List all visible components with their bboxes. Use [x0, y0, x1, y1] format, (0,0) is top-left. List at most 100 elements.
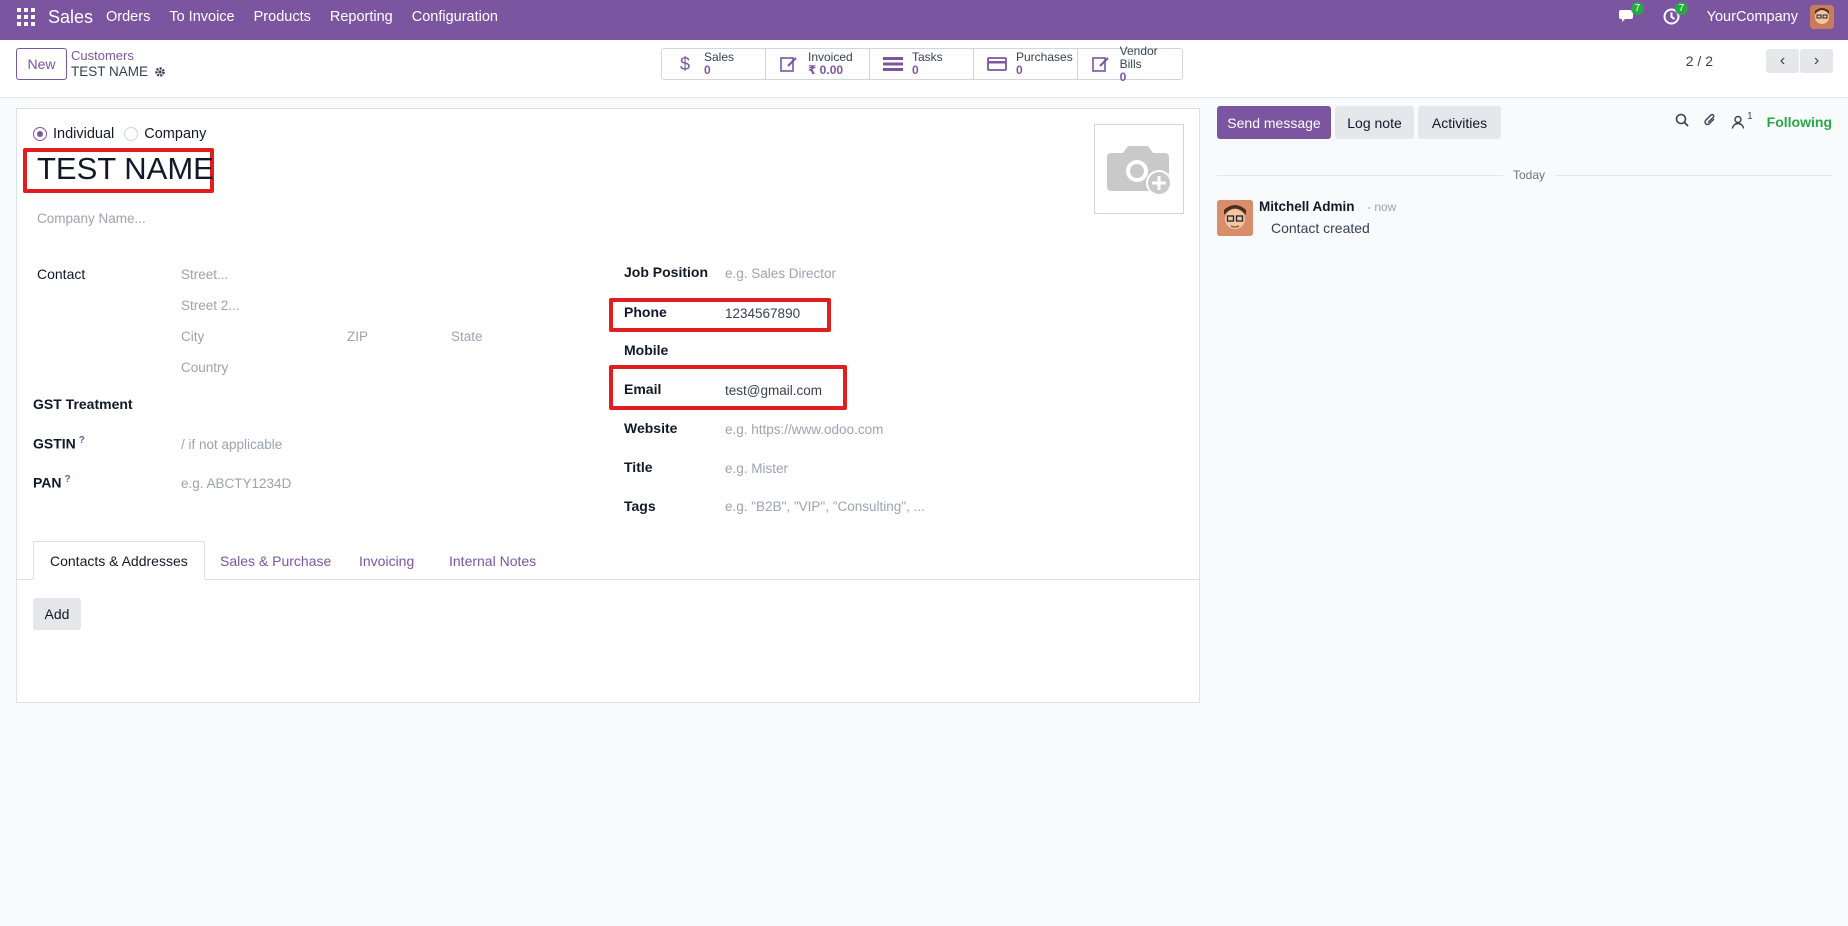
tab-contacts-addresses[interactable]: Contacts & Addresses [33, 541, 205, 580]
pager-previous-button[interactable]: ‹ [1766, 49, 1799, 73]
app-name[interactable]: Sales [48, 7, 93, 28]
control-panel: New Customers TEST NAME $ Sales 0 Invoice… [0, 40, 1848, 98]
paperclip-icon[interactable] [1703, 112, 1717, 131]
activities-clock-icon[interactable]: 7 [1663, 2, 1689, 26]
messages-badge: 7 [1630, 2, 1645, 15]
individual-radio[interactable] [33, 127, 47, 141]
tab-invoicing[interactable]: Invoicing [359, 541, 414, 580]
phone-input[interactable]: 1234567890 [725, 306, 800, 321]
company-type-radio: Individual Company [33, 126, 216, 142]
email-input[interactable]: test@gmail.com [725, 383, 822, 398]
tasks-icon [882, 54, 904, 74]
vendor-bills-smart-button[interactable]: Vendor Bills 0 [1078, 44, 1182, 83]
street2-input[interactable]: Street 2... [181, 298, 240, 313]
send-message-button[interactable]: Send message [1217, 106, 1331, 139]
email-label: Email [624, 381, 662, 397]
sales-value: 0 [704, 63, 711, 77]
menu-products[interactable]: Products [254, 9, 311, 25]
company-radio[interactable] [124, 127, 139, 141]
phone-label: Phone [624, 304, 667, 320]
tasks-smart-button[interactable]: Tasks 0 [870, 49, 974, 79]
message-author[interactable]: Mitchell Admin [1259, 199, 1355, 214]
top-navbar: Sales Orders To Invoice Products Reporti… [0, 0, 1848, 40]
gstin-label: GSTIN? [33, 435, 85, 452]
edit-icon [1090, 54, 1112, 74]
pan-label: PAN? [33, 474, 71, 491]
credit-card-icon [986, 54, 1008, 74]
following-button[interactable]: Following [1767, 114, 1832, 130]
menu-to-invoice[interactable]: To Invoice [169, 9, 234, 25]
pager-value[interactable]: 2 / 2 [1686, 53, 1713, 69]
company-switcher[interactable]: YourCompany [1707, 9, 1798, 25]
invoiced-smart-button[interactable]: Invoiced ₹ 0.00 [766, 49, 870, 79]
menu-orders[interactable]: Orders [106, 9, 150, 25]
date-separator: Today [1503, 168, 1556, 182]
chatter-tools: 1 Following [1675, 111, 1832, 131]
activities-badge: 7 [1674, 2, 1689, 15]
individual-radio-label[interactable]: Individual [53, 126, 114, 142]
pager-next-button[interactable]: › [1800, 49, 1833, 73]
camera-add-icon [1107, 146, 1172, 196]
website-input[interactable]: e.g. https://www.odoo.com [725, 422, 883, 437]
main-menu: Orders To Invoice Products Reporting Con… [106, 0, 517, 34]
search-icon[interactable] [1675, 113, 1689, 130]
mobile-label: Mobile [624, 342, 669, 358]
followers-button[interactable]: 1 [1731, 111, 1753, 129]
company-name-input[interactable]: Company Name... [37, 211, 146, 226]
edit-icon [778, 54, 800, 74]
log-note-button[interactable]: Log note [1335, 106, 1414, 139]
pan-help-icon[interactable]: ? [65, 474, 71, 485]
job-position-label: Job Position [624, 264, 708, 280]
menu-configuration[interactable]: Configuration [412, 9, 498, 25]
gear-icon[interactable] [154, 66, 166, 78]
name-field[interactable]: TEST NAME [37, 151, 214, 187]
vendor-bills-label: Vendor Bills [1119, 43, 1158, 71]
message-time: - now [1367, 200, 1397, 214]
vendor-bills-value: 0 [1119, 69, 1127, 84]
job-position-input[interactable]: e.g. Sales Director [725, 266, 836, 281]
contact-label: Contact [37, 266, 86, 282]
form-sheet: Individual Company TEST NAME Company Nam… [16, 108, 1201, 703]
breadcrumb-parent[interactable]: Customers [71, 48, 134, 63]
purchases-label: Purchases [1016, 50, 1073, 64]
purchases-smart-button[interactable]: Purchases 0 [974, 49, 1078, 79]
pan-label-text: PAN [33, 474, 62, 491]
tab-sales-purchase[interactable]: Sales & Purchase [220, 541, 331, 580]
breadcrumb-current-label: TEST NAME [71, 64, 149, 79]
title-label: Title [624, 459, 653, 475]
user-avatar[interactable] [1810, 5, 1834, 29]
messages-icon[interactable]: 7 [1618, 2, 1645, 26]
author-avatar[interactable] [1217, 200, 1253, 236]
breadcrumb-current: TEST NAME [71, 64, 166, 79]
zip-input[interactable]: ZIP [347, 329, 368, 344]
tags-input[interactable]: e.g. "B2B", "VIP", "Consulting", ... [725, 499, 925, 514]
gstin-input[interactable]: / if not applicable [181, 437, 282, 452]
tab-internal-notes[interactable]: Internal Notes [449, 541, 536, 580]
menu-reporting[interactable]: Reporting [330, 9, 393, 25]
purchases-value: 0 [1016, 63, 1023, 77]
user-icon [1731, 115, 1745, 129]
state-select[interactable]: State [451, 329, 483, 344]
pan-input[interactable]: e.g. ABCTY1234D [181, 476, 291, 491]
add-contact-button[interactable]: Add [33, 598, 81, 630]
country-select[interactable]: Country [181, 360, 228, 375]
apps-grid-icon[interactable] [17, 8, 35, 26]
gstin-help-icon[interactable]: ? [79, 435, 85, 446]
company-radio-label[interactable]: Company [144, 126, 206, 142]
sales-smart-button[interactable]: $ Sales 0 [662, 49, 766, 79]
website-label: Website [624, 420, 678, 436]
notebook-tabs: Contacts & Addresses Sales & Purchase In… [17, 541, 1201, 580]
image-upload[interactable] [1094, 124, 1184, 214]
chevron-left-icon: ‹ [1779, 52, 1786, 69]
chevron-right-icon: › [1813, 52, 1820, 69]
new-button[interactable]: New [16, 48, 67, 80]
street-input[interactable]: Street... [181, 267, 228, 282]
city-input[interactable]: City [181, 329, 204, 344]
title-select[interactable]: e.g. Mister [725, 461, 788, 476]
gstin-label-text: GSTIN [33, 435, 76, 452]
tasks-value: 0 [912, 63, 919, 77]
tags-label: Tags [624, 498, 656, 514]
activities-button[interactable]: Activities [1418, 106, 1501, 139]
invoiced-value: ₹ 0.00 [808, 63, 844, 77]
followers-count: 1 [1747, 110, 1753, 122]
